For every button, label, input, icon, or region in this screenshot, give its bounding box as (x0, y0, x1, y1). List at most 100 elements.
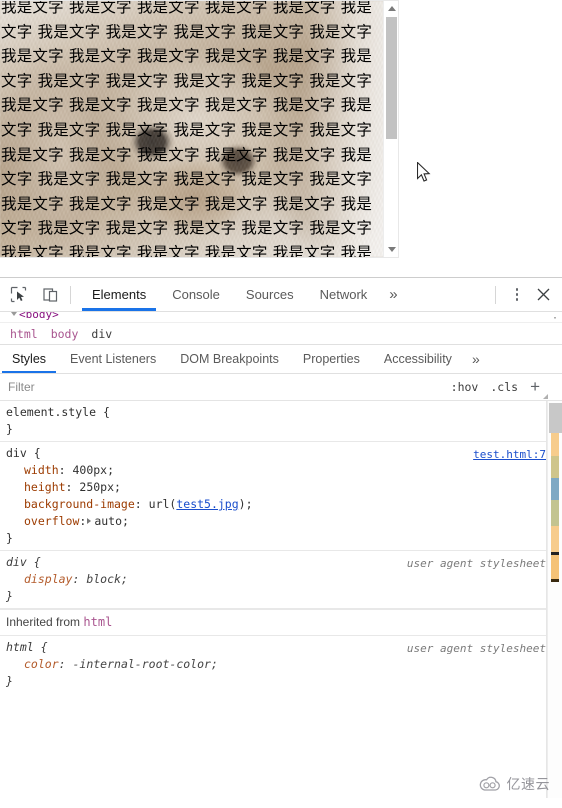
breadcrumb-item-html[interactable]: html (10, 327, 38, 341)
rule-open-brace: { (26, 446, 41, 460)
property-colon: : (65, 480, 80, 494)
more-options-icon[interactable] (506, 284, 528, 306)
cloud-icon (479, 776, 500, 791)
tab-styles[interactable]: Styles (0, 345, 58, 373)
device-toolbar-icon[interactable] (36, 282, 64, 308)
scrollbar-thumb[interactable] (386, 17, 397, 139)
tab-properties[interactable]: Properties (291, 345, 372, 373)
property-colon: : (79, 514, 87, 528)
image-resource-link[interactable]: test5.jpg (176, 497, 238, 511)
close-icon[interactable] (528, 282, 558, 308)
dom-node-body[interactable]: <body> (11, 312, 59, 321)
tab-elements[interactable]: Elements (79, 278, 159, 311)
cls-toggle-button[interactable]: .cls (490, 380, 518, 394)
watermark: 亿速云 (478, 774, 551, 794)
rule-close-brace: } (6, 589, 13, 603)
property-colon: : (72, 572, 87, 586)
rule-div-author[interactable]: div { test.html:7 width: 400px; height: … (0, 442, 562, 551)
declaration-background-image[interactable]: background-image: url(test5.jpg); (6, 496, 562, 513)
toolbar-divider (70, 285, 71, 304)
inspect-element-icon[interactable] (4, 282, 32, 308)
semicolon: ; (122, 514, 129, 528)
property-value[interactable]: block (86, 572, 121, 586)
devtools-tab-list: Elements Console Sources Network » (79, 278, 407, 311)
semicolon: ; (114, 480, 121, 494)
rule-close-brace: } (6, 674, 13, 688)
tab-network[interactable]: Network (307, 278, 381, 311)
rule-element-style[interactable]: element.style { } (0, 401, 562, 442)
property-value[interactable]: -internal-root-color (72, 657, 210, 671)
expand-shorthand-icon[interactable] (87, 518, 92, 524)
property-name[interactable]: width (6, 462, 59, 479)
property-name[interactable]: color (6, 656, 59, 673)
devtools-toolbar: Elements Console Sources Network » (0, 278, 562, 312)
rule-div-user-agent[interactable]: div { user agent stylesheet display: blo… (0, 551, 562, 609)
dom-node-label: <body> (19, 312, 59, 321)
sidebar-tab-list: Styles Event Listeners DOM Breakpoints P… (0, 345, 562, 374)
property-name[interactable]: overflow (6, 513, 79, 530)
styles-filter-bar: Filter :hov .cls + (0, 374, 562, 401)
scrollable-div[interactable]: 我是文字 我是文字 我是文字 我是文字 我是文字 我是文字 我是文字 我是文字 … (0, 0, 399, 258)
property-value[interactable]: 250px (79, 480, 114, 494)
declaration-display[interactable]: display: block; (6, 571, 562, 588)
mouse-cursor-icon (417, 162, 431, 182)
minimap-segment (551, 526, 559, 552)
div-vertical-scrollbar[interactable] (383, 1, 398, 257)
semicolon: ; (210, 657, 218, 671)
rule-open-brace: { (96, 405, 110, 419)
rule-selector[interactable]: div (6, 555, 27, 569)
scrollbar-track[interactable] (551, 401, 559, 798)
inherited-source-node[interactable]: html (83, 615, 112, 629)
filter-input[interactable]: Filter (8, 380, 35, 394)
browser-page-viewport: 我是文字 我是文字 我是文字 我是文字 我是文字 我是文字 我是文字 我是文字 … (0, 0, 562, 277)
styles-scrollbar[interactable] (547, 401, 562, 798)
tab-dom-breakpoints[interactable]: DOM Breakpoints (168, 345, 291, 373)
rule-close-brace: } (6, 531, 13, 545)
stylesheet-origin: user agent stylesheet (406, 557, 546, 570)
property-name[interactable]: background-image (6, 496, 135, 513)
dom-scroll-indicator: · (551, 313, 558, 322)
scroll-up-arrow-icon[interactable] (384, 1, 398, 16)
stylesheet-source-link[interactable]: test.html:7 (473, 446, 546, 463)
rule-selector[interactable]: div (6, 446, 27, 460)
tab-sources[interactable]: Sources (233, 278, 307, 311)
declaration-height[interactable]: height: 250px; (6, 479, 562, 496)
rule-open-brace: { (33, 640, 48, 654)
new-style-rule-button[interactable]: + (530, 378, 540, 395)
property-name[interactable]: display (6, 571, 72, 588)
property-name[interactable]: height (6, 479, 66, 496)
rule-selector[interactable]: element.style (6, 405, 96, 419)
property-value[interactable]: auto (94, 514, 122, 528)
minimap-segment (551, 478, 559, 500)
tab-console[interactable]: Console (159, 278, 233, 311)
semicolon: ; (107, 463, 115, 477)
expand-triangle-icon[interactable] (11, 312, 17, 316)
scroll-down-arrow-icon[interactable] (384, 242, 398, 257)
property-value[interactable]: 400px (72, 463, 107, 477)
declaration-width[interactable]: width: 400px; (6, 462, 562, 479)
rule-selector[interactable]: html (6, 640, 34, 654)
minimap-segment (551, 579, 559, 582)
property-colon: : (58, 463, 73, 477)
more-sidebar-tabs-icon[interactable]: » (464, 345, 488, 373)
rule-open-brace: { (26, 555, 41, 569)
page-text-content: 我是文字 我是文字 我是文字 我是文字 我是文字 我是文字 我是文字 我是文字 … (1, 0, 373, 258)
semicolon: ; (120, 572, 128, 586)
hov-toggle-button[interactable]: :hov (451, 380, 479, 394)
more-tabs-icon[interactable]: » (380, 278, 406, 311)
property-colon: : (58, 657, 73, 671)
declaration-color[interactable]: color: -internal-root-color; (6, 656, 562, 673)
styles-pane: element.style { } div { test.html:7 widt… (0, 401, 562, 798)
rule-html-user-agent[interactable]: html { user agent stylesheet color: -int… (0, 636, 562, 693)
property-value-url: url(test5.jpg); (148, 497, 253, 511)
filter-resize-corner-icon[interactable] (543, 394, 548, 399)
dom-tree-sliver[interactable]: <body> · (0, 312, 562, 322)
breadcrumb-item-body[interactable]: body (51, 327, 79, 341)
tab-accessibility[interactable]: Accessibility (372, 345, 464, 373)
toolbar-right-controls (495, 278, 562, 311)
breadcrumb-item-div[interactable]: div (91, 327, 112, 341)
declaration-overflow[interactable]: overflow: auto; (6, 513, 562, 530)
tab-event-listeners[interactable]: Event Listeners (58, 345, 168, 373)
toolbar-right-divider (495, 285, 496, 304)
scrollbar-thumb[interactable] (549, 403, 562, 433)
